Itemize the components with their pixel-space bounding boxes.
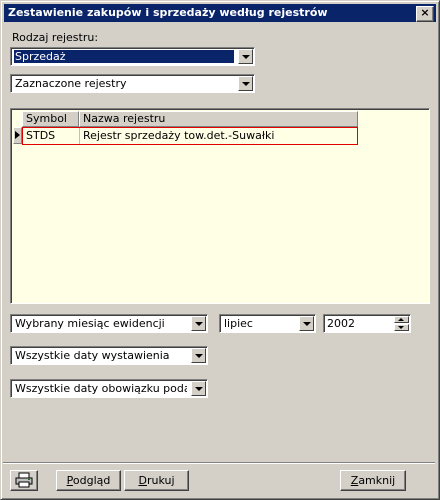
close-label: amknij: [358, 474, 396, 487]
register-type-label: Rodzaj rejestru:: [12, 31, 99, 44]
register-scope-value: Zaznaczone rejestry: [15, 77, 127, 90]
spin-up-icon[interactable]: [394, 316, 409, 323]
month-value: lipiec: [224, 317, 253, 330]
printer-icon: [15, 472, 33, 488]
tax-dates-value: Wszystkie daty obowiązku podatkowego: [15, 382, 187, 395]
spin-down-icon[interactable]: [394, 324, 409, 331]
chevron-down-icon[interactable]: [191, 381, 206, 396]
year-spinner[interactable]: 2002: [323, 314, 411, 333]
print-accel: D: [138, 474, 147, 487]
preview-label: odgląd: [72, 474, 111, 487]
register-type-select[interactable]: Sprzedaż: [10, 47, 255, 66]
issue-dates-value: Wszystkie daty wystawienia: [15, 349, 170, 362]
chevron-down-icon[interactable]: [238, 49, 253, 64]
close-window-button[interactable]: ×: [416, 6, 434, 22]
bottom-divider: [3, 462, 435, 464]
register-scope-select[interactable]: Zaznaczone rejestry: [10, 74, 255, 93]
column-header-name[interactable]: Nazwa rejestru: [79, 111, 358, 127]
tax-dates-select[interactable]: Wszystkie daty obowiązku podatkowego: [10, 379, 208, 398]
window-title: Zestawienie zakupów i sprzedaży według r…: [8, 6, 328, 19]
printer-setup-button[interactable]: [10, 470, 38, 491]
print-button[interactable]: Drukuj: [124, 470, 189, 491]
title-bar: Zestawienie zakupów i sprzedaży według r…: [4, 4, 436, 22]
preview-button[interactable]: Podgląd: [56, 470, 121, 491]
period-mode-value: Wybrany miesiąc ewidencji: [15, 317, 165, 330]
cell-symbol[interactable]: STDS: [23, 128, 80, 144]
chevron-down-icon[interactable]: [191, 316, 206, 331]
month-select[interactable]: lipiec: [219, 314, 316, 333]
register-type-value: Sprzedaż: [14, 50, 234, 63]
row-indicator-icon: [13, 127, 22, 144]
year-value: 2002: [327, 317, 355, 330]
close-button[interactable]: Zamknij: [340, 470, 406, 491]
chevron-down-icon[interactable]: [299, 316, 314, 331]
registers-grid[interactable]: Symbol Nazwa rejestru STDS Rejestr sprze…: [10, 108, 430, 304]
column-header-symbol[interactable]: Symbol: [22, 111, 79, 127]
chevron-down-icon[interactable]: [238, 76, 253, 91]
table-row[interactable]: STDS Rejestr sprzedaży tow.det.-Suwałki: [22, 127, 358, 145]
chevron-down-icon[interactable]: [191, 348, 206, 363]
issue-dates-select[interactable]: Wszystkie daty wystawienia: [10, 346, 208, 365]
year-spin-buttons[interactable]: [394, 316, 409, 331]
cell-register-name[interactable]: Rejestr sprzedaży tow.det.-Suwałki: [80, 128, 357, 144]
print-label: rukuj: [146, 474, 175, 487]
period-mode-select[interactable]: Wybrany miesiąc ewidencji: [10, 314, 208, 333]
